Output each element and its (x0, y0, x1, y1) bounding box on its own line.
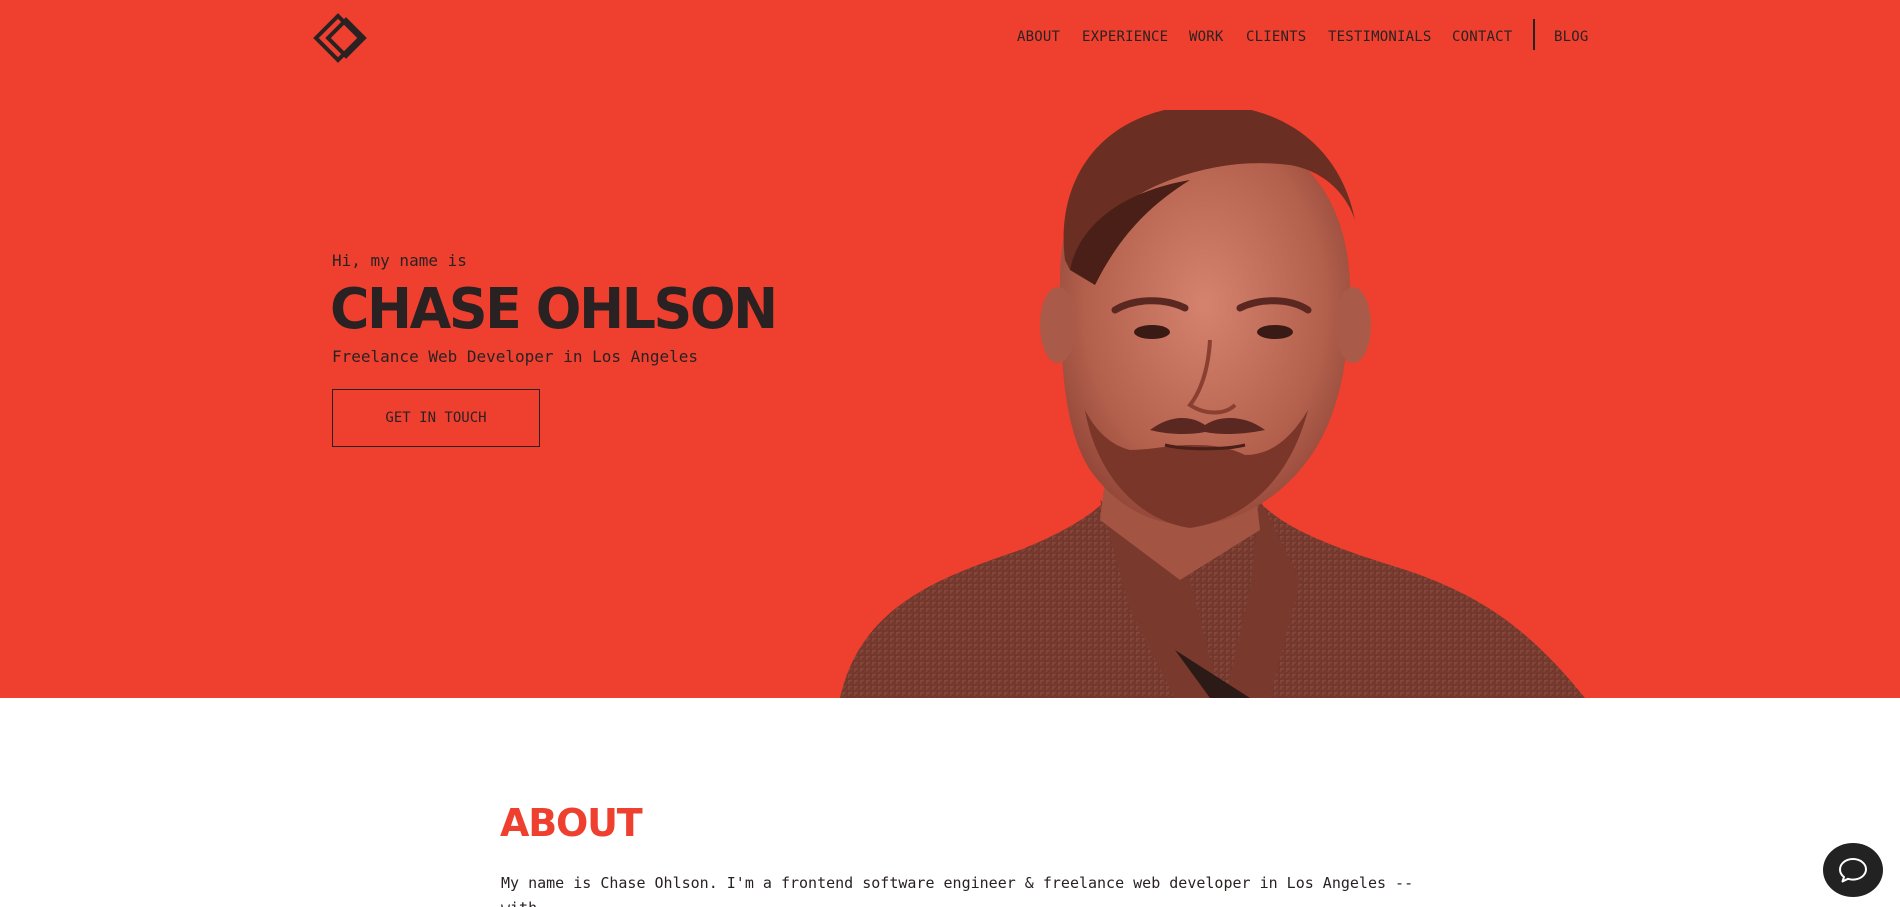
portrait-image (840, 110, 1585, 698)
hero-tagline: Freelance Web Developer in Los Angeles (332, 347, 699, 366)
diamond-logo-icon[interactable] (310, 10, 374, 66)
nav-item-work[interactable]: WORK (1189, 28, 1224, 46)
hero-greeting: Hi, my name is (332, 251, 467, 270)
about-section: ABOUT My name is Chase Ohlson. I'm a fro… (0, 698, 1900, 907)
nav-item-clients[interactable]: CLIENTS (1246, 28, 1306, 46)
nav-divider (1533, 19, 1535, 50)
nav-item-contact[interactable]: CONTACT (1452, 28, 1512, 46)
get-in-touch-button[interactable]: GET IN TOUCH (332, 389, 540, 447)
about-title: ABOUT (500, 801, 643, 845)
nav-item-testimonials[interactable]: TESTIMONIALS (1328, 28, 1432, 46)
nav-item-experience[interactable]: EXPERIENCE (1082, 28, 1168, 46)
nav-item-about[interactable]: ABOUT (1017, 28, 1060, 46)
chat-button[interactable] (1823, 843, 1883, 897)
nav-item-blog[interactable]: BLOG (1554, 28, 1589, 46)
chat-bubble-icon (1839, 858, 1867, 883)
hero-section: ABOUT EXPERIENCE WORK CLIENTS TESTIMONIA… (0, 0, 1900, 698)
hero-name: CHASE OHLSON (330, 277, 778, 342)
about-text: My name is Chase Ohlson. I'm a frontend … (501, 874, 1414, 907)
